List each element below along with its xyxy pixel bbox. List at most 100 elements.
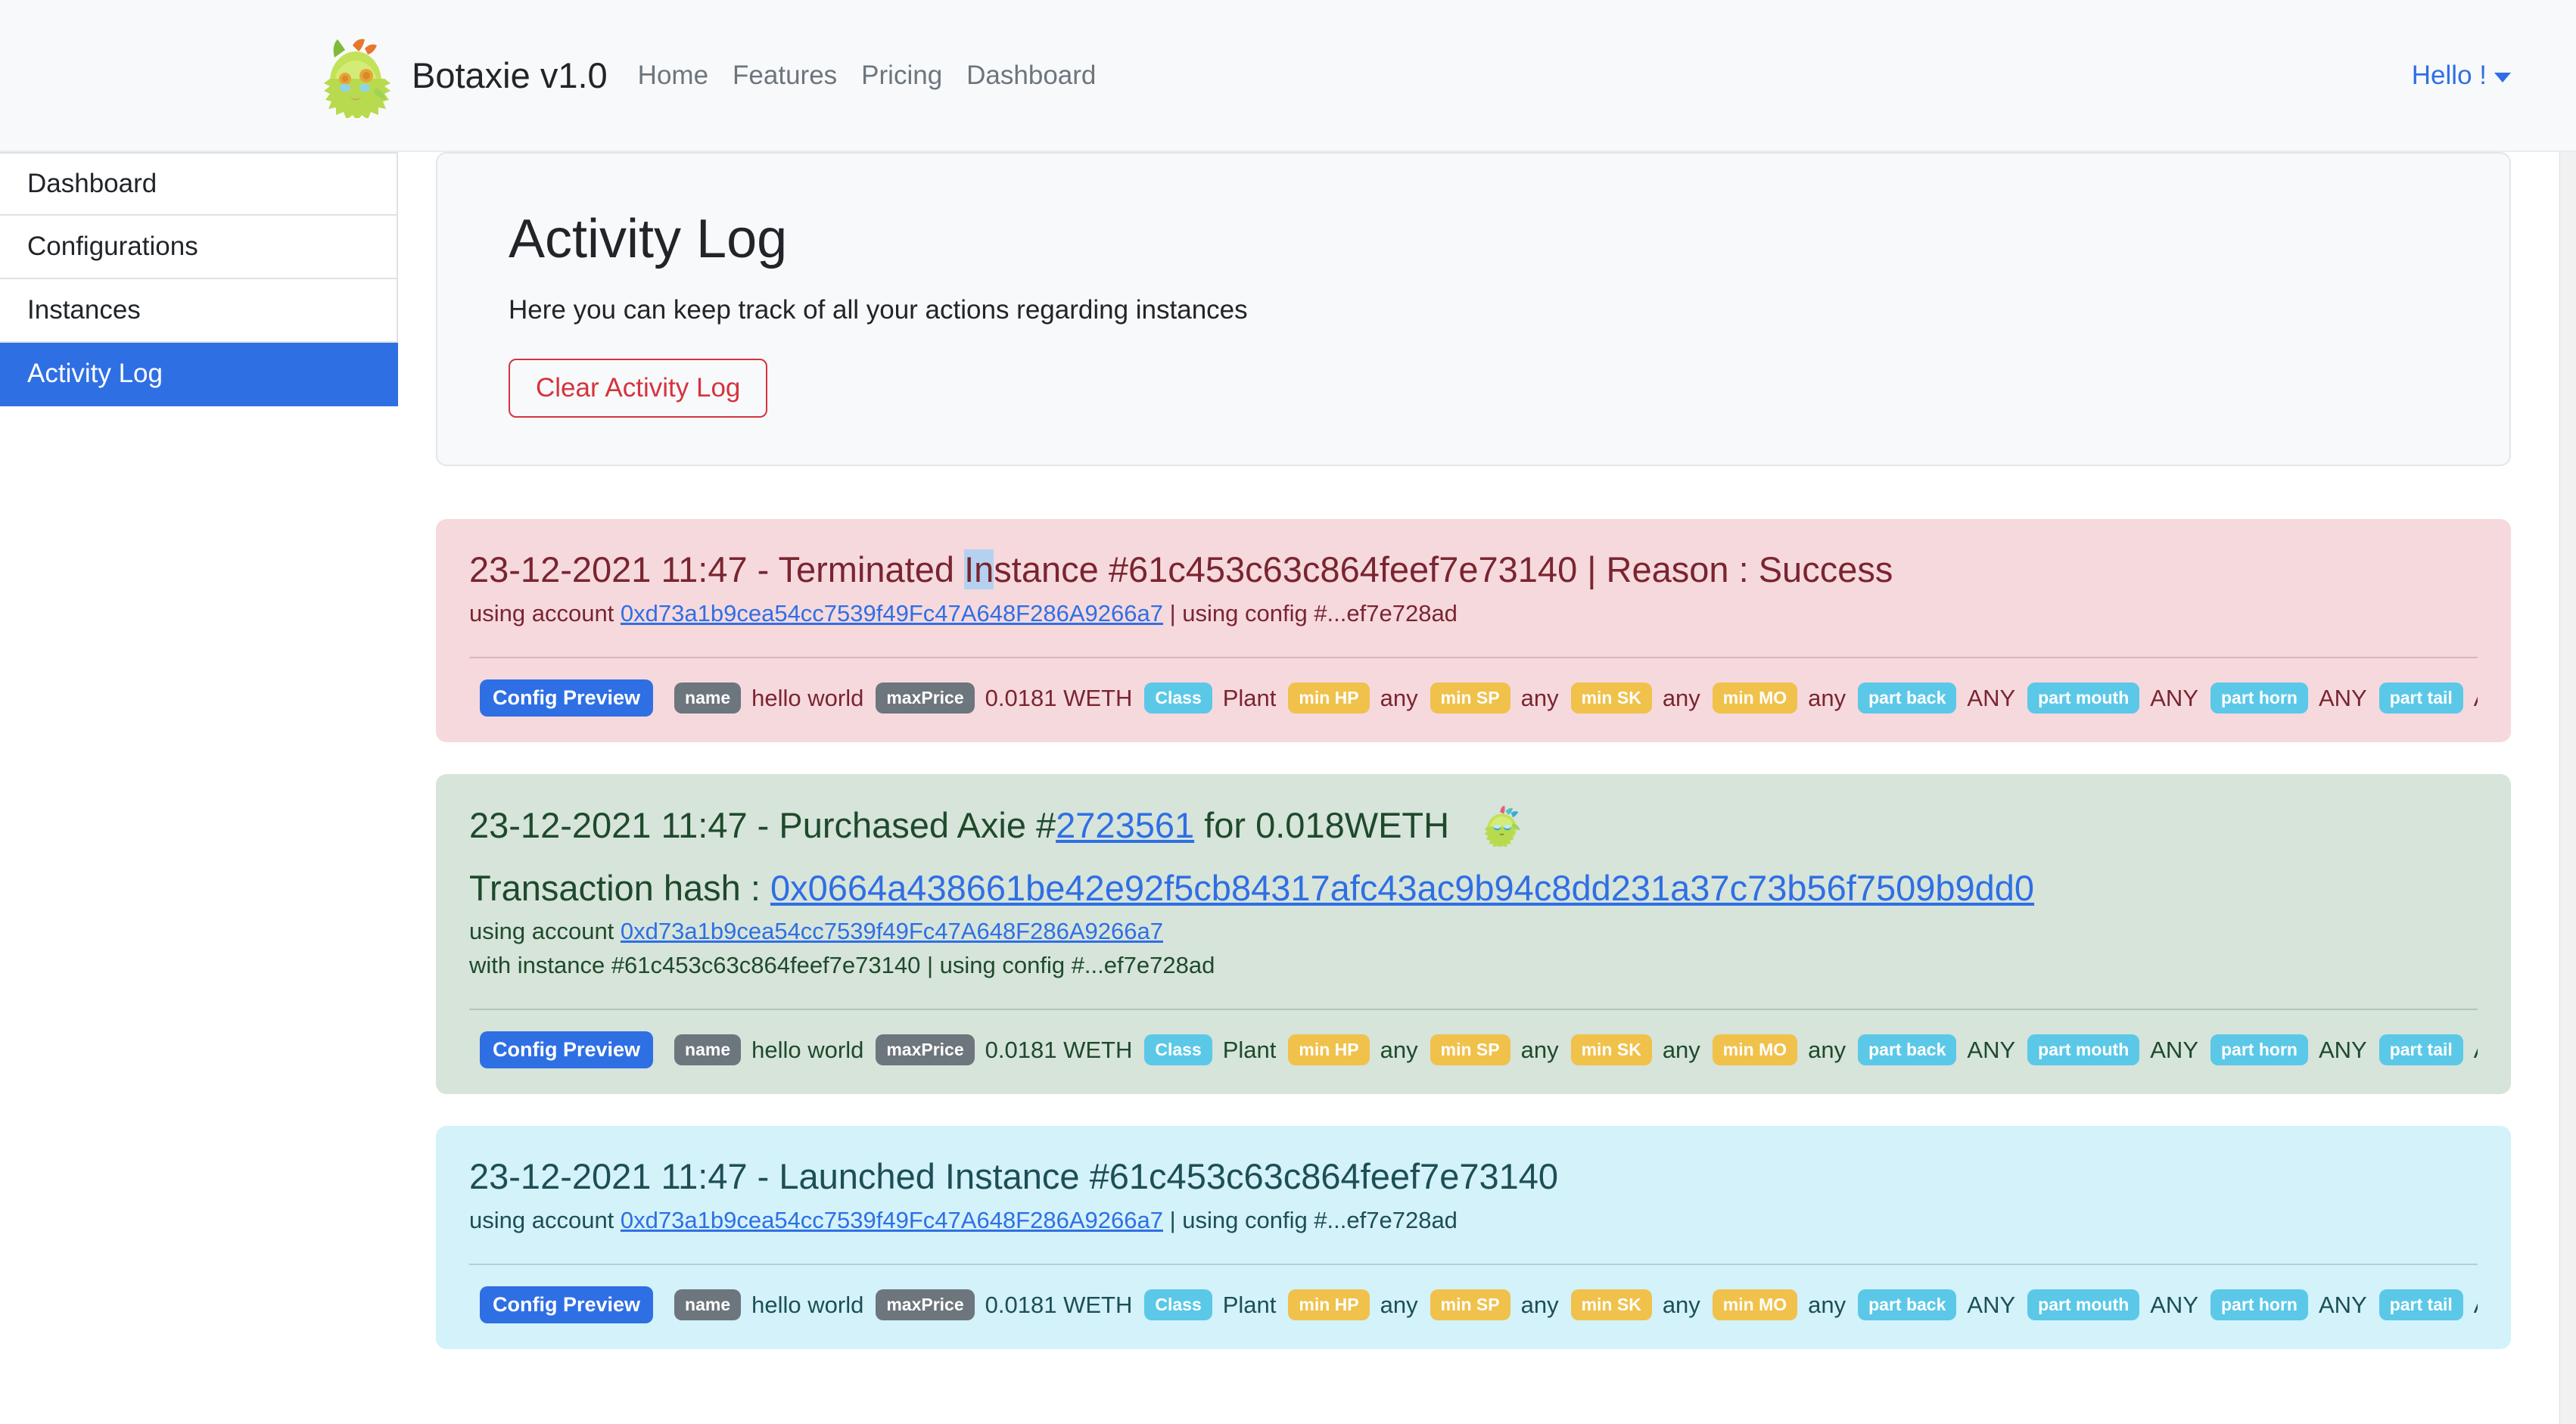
- config-preview-row: Config Preview name hello world maxPrice 0…: [469, 679, 2478, 717]
- chip-value-maxprice: 0.0181 WETH: [985, 1037, 1133, 1064]
- chip-key-min-sp: min SP: [1430, 1289, 1510, 1320]
- log-title-post: for 0.018WETH: [1194, 804, 1450, 845]
- page-body: Dashboard Configurations Instances Activ…: [0, 152, 2576, 1424]
- chip-key-name: name: [674, 1289, 742, 1320]
- config-preview-badge[interactable]: Config Preview: [480, 679, 654, 717]
- log-entry-purchased: 23-12-2021 11:47 - Purchased Axie #27235…: [436, 773, 2511, 1095]
- sidebar-item-activity-log[interactable]: Activity Log: [0, 343, 398, 406]
- account-link[interactable]: 0xd73a1b9cea54cc7539f49Fc47A648F286A9266…: [621, 1207, 1163, 1233]
- chip-value-min-mo: any: [1808, 684, 1846, 711]
- log-sub-pre: using account: [469, 599, 621, 626]
- chip-value-part-tail: ANY: [2463, 1038, 2478, 1062]
- chip-value-maxprice: 0.0181 WETH: [985, 1291, 1133, 1318]
- top-navbar: Botaxie v1.0 Home Features Pricing Dashb…: [0, 0, 2576, 152]
- chip-value-min-sp: any: [1520, 1037, 1559, 1064]
- account-link[interactable]: 0xd73a1b9cea54cc7539f49Fc47A648F286A9266…: [621, 918, 1163, 944]
- sidebar-item-dashboard[interactable]: Dashboard: [0, 152, 398, 216]
- chip-value-min-hp: any: [1380, 1291, 1418, 1318]
- sidebar-nav: Dashboard Configurations Instances Activ…: [0, 152, 398, 406]
- log-sub-post: | using config #...ef7e728ad: [1162, 1207, 1458, 1233]
- config-preview-badge[interactable]: Config Preview: [480, 1031, 654, 1069]
- chip-value-part-back: ANY: [1967, 1291, 2016, 1318]
- log-title-selection: In: [964, 549, 994, 590]
- chip-key-min-mo: min MO: [1712, 682, 1798, 714]
- nav-link-dashboard[interactable]: Dashboard: [966, 61, 1096, 91]
- chip-key-min-sk: min SK: [1570, 682, 1652, 714]
- axie-id-link[interactable]: 2723561: [1056, 805, 1194, 845]
- chip-value-min-mo: any: [1808, 1291, 1846, 1318]
- chip-key-min-mo: min MO: [1712, 1034, 1798, 1066]
- chip-key-part-mouth: part mouth: [2027, 682, 2140, 714]
- chip-key-maxprice: maxPrice: [876, 1289, 975, 1320]
- log-title: 23-12-2021 11:47 - Launched Instance #61…: [469, 1156, 1559, 1197]
- log-title-post: stance #61c453c63c864feef7e73140 | Reaso…: [994, 549, 1893, 590]
- chip-value-part-horn: ANY: [2318, 1037, 2367, 1064]
- chip-value-class: Plant: [1222, 1037, 1277, 1064]
- config-preview-row: Config Preview name hello world maxPrice 0…: [469, 1286, 2478, 1323]
- activity-log-intro-card: Activity Log Here you can keep track of …: [436, 152, 2511, 467]
- chip-value-min-sk: any: [1662, 1037, 1700, 1064]
- axie-logo-icon: [324, 39, 390, 118]
- chip-key-class: Class: [1144, 682, 1212, 714]
- vertical-scrollbar[interactable]: [2559, 152, 2576, 1424]
- log-subtitle: using account 0xd73a1b9cea54cc7539f49Fc4…: [469, 915, 2478, 949]
- log-subtitle-secondary: with instance #61c453c63c864feef7e73140 …: [469, 952, 1215, 979]
- chip-key-part-tail: part tail: [2378, 682, 2463, 714]
- chip-value-min-hp: any: [1380, 684, 1418, 711]
- brand[interactable]: Botaxie v1.0: [319, 33, 608, 118]
- config-preview-badge[interactable]: Config Preview: [480, 1286, 654, 1323]
- account-link[interactable]: 0xd73a1b9cea54cc7539f49Fc47A648F286A9266…: [621, 600, 1163, 626]
- transaction-hash-link[interactable]: 0x0664a438661be42e92f5cb84317afc43ac9b94…: [770, 868, 2034, 908]
- user-menu-button[interactable]: Hello !: [2412, 61, 2511, 91]
- tx-label: Transaction hash :: [469, 867, 770, 908]
- chevron-down-icon: [2494, 73, 2511, 82]
- chip-value-part-back: ANY: [1967, 684, 2016, 711]
- chip-value-name: hello world: [751, 684, 864, 711]
- log-title: 23-12-2021 11:47 - Purchased Axie #27235…: [469, 803, 2478, 848]
- chip-key-part-horn: part horn: [2210, 1034, 2308, 1066]
- chip-key-name: name: [674, 682, 742, 714]
- chip-key-part-tail: part tail: [2378, 1034, 2463, 1066]
- log-title-pre: 23-12-2021 11:47 - Purchased Axie #: [469, 804, 1056, 845]
- chip-key-part-mouth: part mouth: [2027, 1034, 2140, 1066]
- log-entry-terminated: 23-12-2021 11:47 - Terminated Instance #…: [436, 519, 2511, 742]
- nav-link-pricing[interactable]: Pricing: [861, 61, 942, 91]
- chip-value-name: hello world: [751, 1037, 864, 1064]
- navbar-right: Hello !: [2412, 61, 2511, 91]
- chip-value-part-tail: ANY: [2463, 686, 2478, 710]
- chip-key-name: name: [674, 1034, 742, 1066]
- chip-key-part-back: part back: [1858, 1034, 1957, 1066]
- chip-key-part-mouth: part mouth: [2027, 1289, 2140, 1320]
- log-sub-pre: using account: [469, 918, 621, 945]
- chip-value-class: Plant: [1222, 684, 1277, 711]
- chip-key-part-back: part back: [1858, 682, 1957, 714]
- log-subtitle: using account 0xd73a1b9cea54cc7539f49Fc4…: [469, 1204, 2478, 1238]
- chip-key-class: Class: [1144, 1289, 1212, 1320]
- log-sub-pre: using account: [469, 1207, 621, 1233]
- log-subtitle: using account 0xd73a1b9cea54cc7539f49Fc4…: [469, 597, 2478, 631]
- sidebar-item-instances[interactable]: Instances: [0, 279, 398, 343]
- chip-key-part-horn: part horn: [2210, 1289, 2308, 1320]
- chip-key-maxprice: maxPrice: [876, 1034, 975, 1066]
- nav-link-features[interactable]: Features: [733, 61, 837, 91]
- chip-value-part-mouth: ANY: [2150, 1291, 2198, 1318]
- chip-value-part-mouth: ANY: [2150, 1037, 2198, 1064]
- chip-key-min-hp: min HP: [1288, 1034, 1370, 1066]
- chip-key-part-horn: part horn: [2210, 682, 2308, 714]
- brand-title: Botaxie v1.0: [412, 55, 608, 95]
- log-title-pre: 23-12-2021 11:47 - Terminated: [469, 549, 965, 590]
- chip-key-maxprice: maxPrice: [876, 682, 975, 714]
- page-title: Activity Log: [509, 209, 788, 269]
- chip-key-min-sk: min SK: [1570, 1034, 1652, 1066]
- chip-value-part-horn: ANY: [2318, 1291, 2367, 1318]
- nav-link-home[interactable]: Home: [638, 61, 708, 91]
- clear-activity-log-button[interactable]: Clear Activity Log: [509, 359, 768, 418]
- chip-value-name: hello world: [751, 1291, 864, 1318]
- sidebar-item-configurations[interactable]: Configurations: [0, 216, 398, 279]
- chip-key-min-hp: min HP: [1288, 1289, 1370, 1320]
- log-transaction-hash-line: Transaction hash : 0x0664a438661be42e92f…: [469, 866, 2478, 911]
- chip-value-min-sp: any: [1520, 684, 1559, 711]
- divider: [469, 656, 2478, 658]
- user-menu-label: Hello !: [2411, 60, 2487, 90]
- chip-key-part-tail: part tail: [2378, 1289, 2463, 1320]
